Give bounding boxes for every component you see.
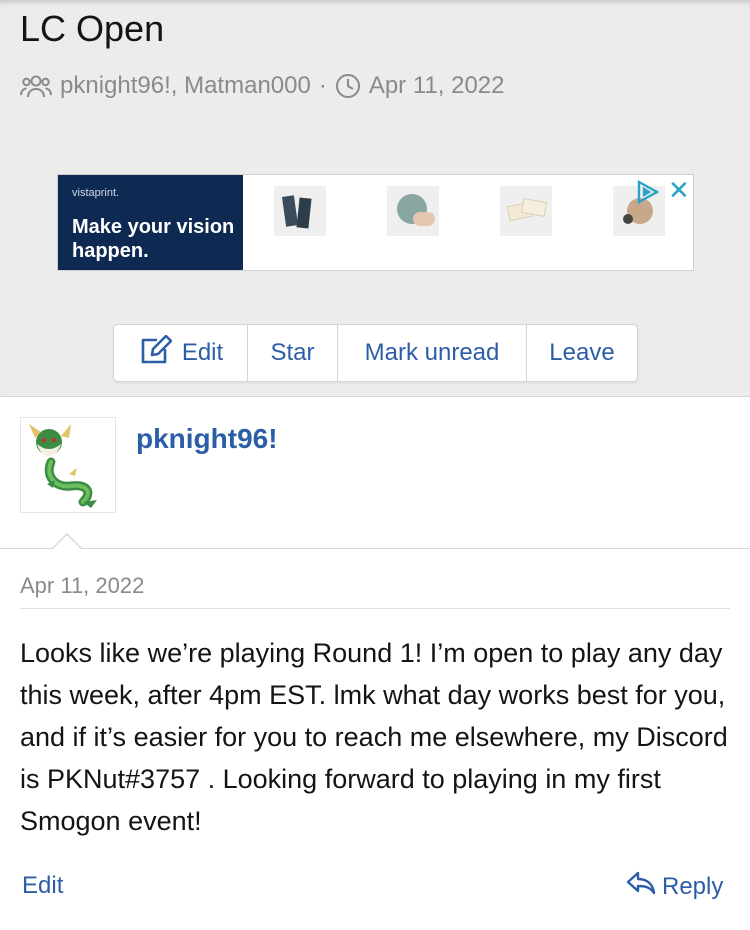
star-label: Star (270, 339, 315, 366)
clock-icon (335, 73, 361, 99)
post-date[interactable]: Apr 11, 2022 (20, 573, 144, 599)
post-body: Looks like we’re playing Round 1! I’m op… (20, 638, 728, 836)
users-icon (20, 73, 52, 99)
avatar[interactable] (20, 417, 116, 513)
reply-label: Reply (662, 872, 724, 900)
thread-meta: pknight96!, Matman000 · Apr 11, 2022 (20, 70, 504, 102)
message-arrow-fill (52, 535, 82, 550)
mark-unread-button[interactable]: Mark unread (338, 325, 527, 381)
post-author[interactable]: pknight96! (136, 423, 278, 455)
reply-icon (626, 870, 656, 903)
ad-tagline: Make your vision happen. (72, 216, 235, 262)
ad-product-image[interactable] (274, 186, 326, 236)
serperior-avatar (29, 424, 97, 508)
star-button[interactable]: Star (248, 325, 338, 381)
thread-date[interactable]: Apr 11, 2022 (369, 72, 505, 100)
reply-button[interactable]: Reply (626, 870, 723, 903)
ad-product-image[interactable] (500, 186, 552, 236)
participants-link[interactable]: pknight96!, Matman000 (60, 72, 311, 100)
leave-button[interactable]: Leave (527, 325, 637, 381)
thread-header: LC Open pknight96!, Matman000 · Apr 11, … (0, 0, 750, 396)
divider (0, 396, 750, 397)
ad-banner[interactable]: vistaprint. Make your vision happen. ✕ (57, 174, 694, 271)
mark-unread-label: Mark unread (364, 339, 500, 366)
divider (0, 548, 750, 549)
post-edit-link[interactable]: Edit (22, 872, 63, 900)
ad-brand-panel[interactable]: vistaprint. Make your vision happen. (58, 175, 243, 270)
thread-toolbar: Edit Star Mark unread Leave (113, 324, 638, 382)
thread-title: LC Open (20, 8, 165, 49)
edit-button[interactable]: Edit (114, 325, 248, 381)
ad-product-image[interactable] (387, 186, 439, 236)
leave-label: Leave (549, 339, 615, 366)
divider (20, 608, 730, 609)
ad-close-icon[interactable]: ✕ (668, 176, 690, 204)
edit-label: Edit (181, 339, 224, 366)
edit-icon (138, 334, 173, 372)
ad-choices-icon[interactable] (635, 179, 661, 210)
meta-separator: · (318, 72, 327, 99)
ad-brand: vistaprint. (72, 187, 120, 199)
